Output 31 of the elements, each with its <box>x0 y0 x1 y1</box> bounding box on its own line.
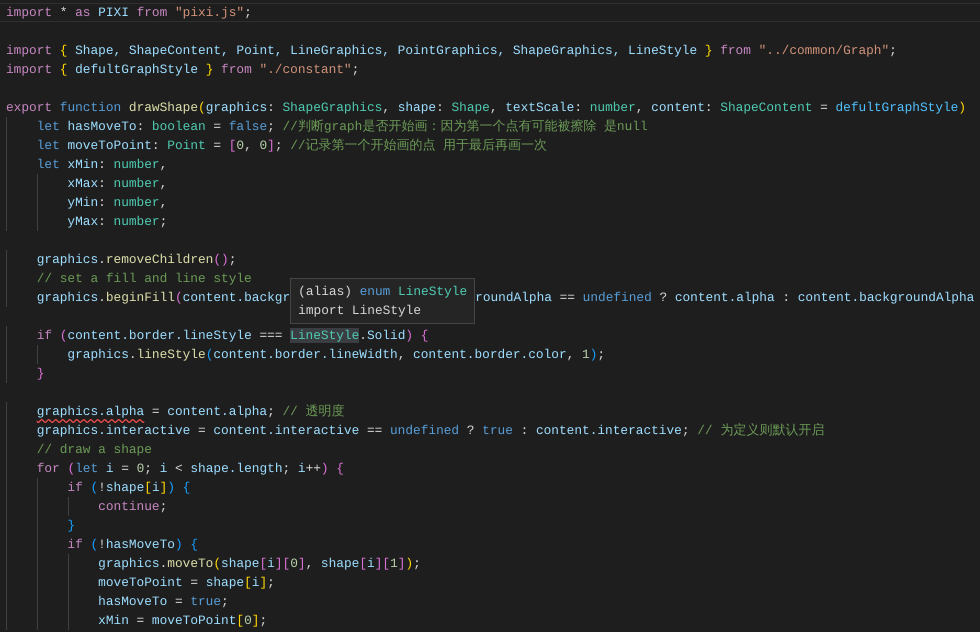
code-line: let hasMoveTo: boolean = false; //判断graph是否开始画：因为第一个点有可能被擦除 是null <box>36 118 648 136</box>
code-line: graphics.beginFill(content.backgr <box>36 289 290 307</box>
code-line: // set a fill and line style <box>36 270 252 288</box>
code-line: graphics.alpha = content.alpha; // 透明度 <box>36 403 345 421</box>
code-line: export function drawShape(graphics: ShapeGraphics, shape: Shape, textScale: number, content: ShapeContent = defultGraphStyle) <box>6 99 966 117</box>
code-line: yMax: number; <box>66 213 168 231</box>
code-line: xMax: number, <box>66 175 168 193</box>
code-line: hasMoveTo = true; <box>97 593 229 611</box>
code-line: moveToPoint = shape[i]; <box>97 574 275 592</box>
code-line: let moveToPoint: Point = [0, 0]; //记录第一个开始画的点 用于最后再画一次 <box>36 137 548 155</box>
code-line: // draw a shape <box>36 441 152 459</box>
code-line: import { defultGraphStyle } from "./constant"; <box>6 61 360 79</box>
tooltip-line: import LineStyle <box>298 302 422 320</box>
code-line: if (content.border.lineStyle === LineStyle.Solid) { <box>36 327 428 345</box>
code-line: xMin = moveToPoint[0]; <box>97 612 268 630</box>
code-line: roundAlpha == undefined ? content.alpha : content.backgroundAlpha <box>475 289 974 307</box>
code-line: import { Shape, ShapeContent, Point, LineGraphics, PointGraphics, ShapeGraphics, LineStyle } from "../common/Graph"; <box>6 42 897 60</box>
code-line: } <box>66 517 76 535</box>
code-line: if (!hasMoveTo) { <box>66 536 198 554</box>
code-line: } <box>36 365 44 383</box>
code-line: let xMin: number, <box>36 156 168 174</box>
code-line: graphics.interactive = content.interactive == undefined ? true : content.interactive; // 为定义则默认开启 <box>36 422 824 440</box>
code-line: graphics.removeChildren(); <box>36 251 236 269</box>
tooltip-line: (alias) enum LineStyle <box>298 283 468 301</box>
code-line: for (let i = 0; i < shape.length; i++) { <box>36 460 344 478</box>
code-line: import * as PIXI from "pixi.js"; <box>6 4 252 21</box>
code-line: if (!shape[i]) { <box>66 479 190 497</box>
code-line: graphics.lineStyle(content.border.lineWidth, content.border.color, 1); <box>66 346 606 364</box>
code-line: yMin: number, <box>66 194 168 212</box>
code-line: continue; <box>97 498 168 516</box>
code-line: graphics.moveTo(shape[i][0], shape[i][1]); <box>97 555 421 573</box>
